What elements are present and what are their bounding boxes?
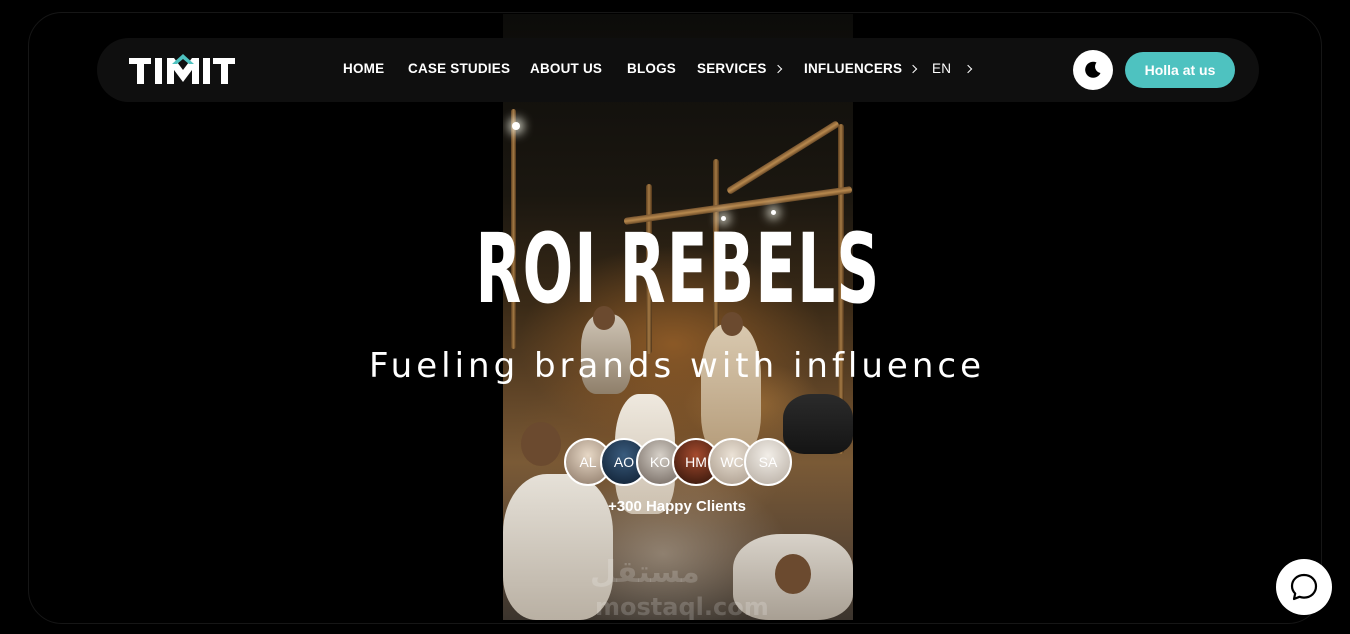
holla-at-us-button[interactable]: Holla at us [1125, 52, 1235, 88]
nav-influencers[interactable]: INFLUENCERS [804, 61, 918, 76]
nav-home-label: HOME [343, 61, 385, 76]
chevron-right-icon [908, 64, 918, 74]
avatar-initials: WC [720, 454, 744, 470]
nav-about-us-label: ABOUT US [530, 61, 603, 76]
nav-about-us[interactable]: ABOUT US [530, 61, 602, 76]
client-avatars: AL AO KO HM WC SA [564, 438, 794, 486]
avatar-initials: HM [685, 454, 707, 470]
watermark-url: mostaql.com [595, 593, 769, 621]
hero-subtitle: Fueling brands with influence [368, 346, 986, 386]
avatar: SA [744, 438, 792, 486]
moon-icon [1085, 61, 1101, 78]
nav-home[interactable]: HOME [343, 61, 384, 76]
happy-clients-label: +300 Happy Clients [608, 498, 746, 515]
nav-case-studies-label: CASE STUDIES [408, 61, 511, 76]
theme-toggle-button[interactable] [1073, 50, 1113, 90]
nav-case-studies[interactable]: CASE STUDIES [408, 61, 510, 76]
watermark-arabic: مستقل [590, 555, 700, 590]
hero-title: ROI REBELS [475, 213, 881, 325]
nav-services-label: SERVICES [697, 61, 767, 76]
avatar-initials: AL [579, 454, 597, 470]
chat-button[interactable] [1276, 559, 1332, 615]
avatar-initials: SA [758, 454, 778, 470]
language-label: EN [932, 61, 952, 76]
nav-influencers-label: INFLUENCERS [804, 61, 903, 76]
avatar-initials: AO [613, 454, 635, 470]
chevron-right-icon [963, 64, 973, 74]
avatar-initials: KO [649, 454, 671, 470]
brand-logo[interactable] [129, 52, 235, 88]
nav-blogs-label: BLOGS [627, 61, 677, 76]
nav-blogs[interactable]: BLOGS [627, 61, 676, 76]
language-selector[interactable]: EN [932, 61, 973, 76]
chat-bubble-icon [1290, 573, 1318, 601]
chevron-right-icon [773, 64, 782, 74]
nav-services[interactable]: SERVICES [697, 61, 782, 76]
